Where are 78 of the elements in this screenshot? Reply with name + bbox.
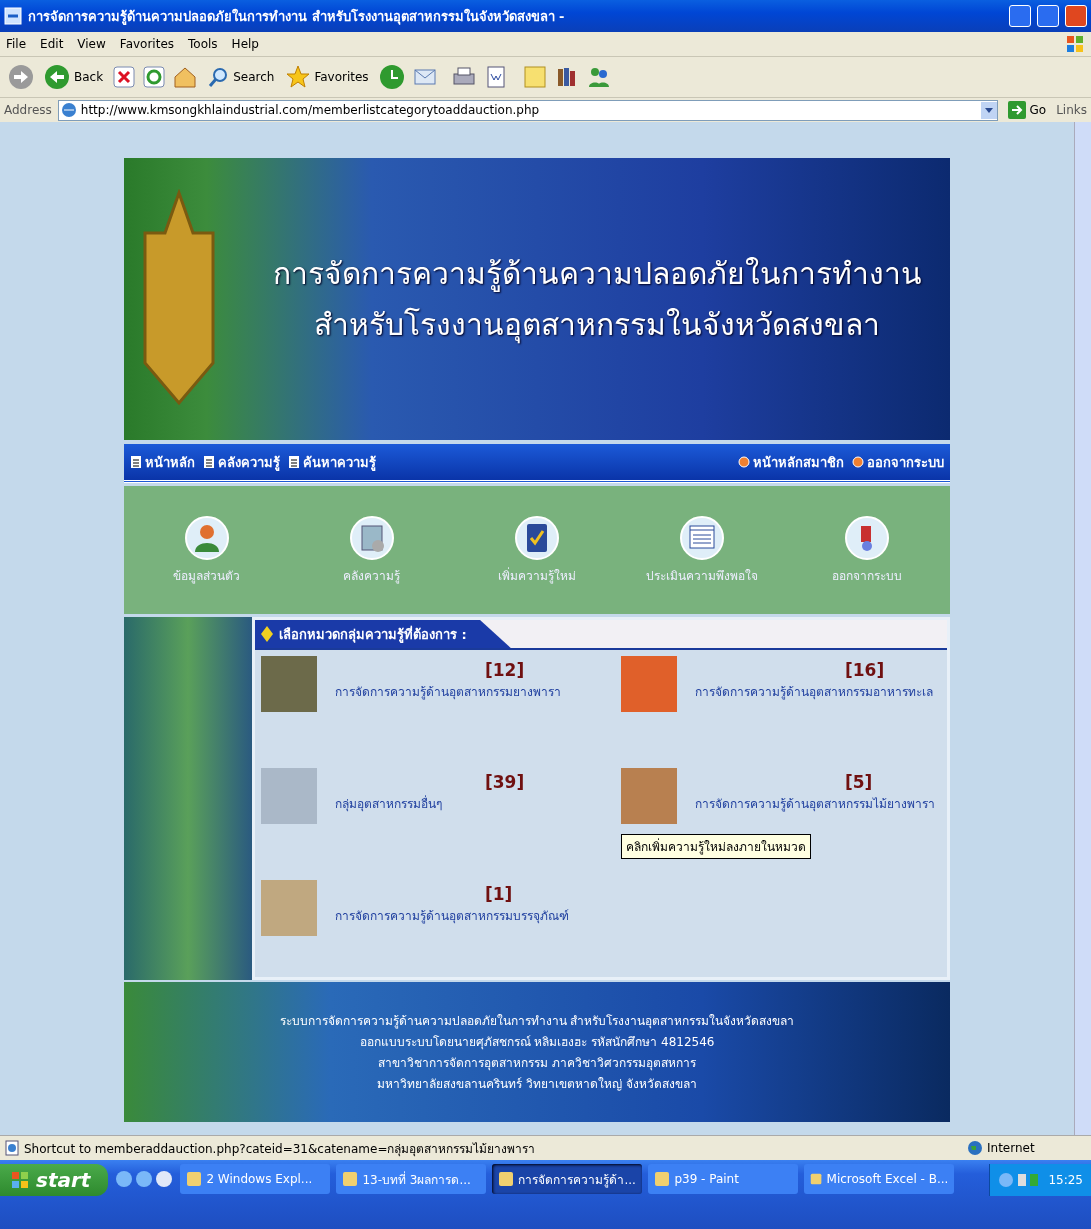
refresh-button[interactable]: [143, 66, 166, 88]
document-icon: [130, 455, 142, 469]
windows-flag-icon: [10, 1170, 30, 1190]
window-title: การจัดการความรู้ด้านความปลอดภัยในการทำงาน สำหรับโรงงานอุตสาหกรรมในจังหวัดสงขลา -: [28, 7, 566, 27]
diamond-icon: [261, 626, 273, 642]
restore-button[interactable]: [1037, 5, 1059, 27]
app-icon: [186, 1171, 203, 1187]
people-button[interactable]: [586, 65, 611, 89]
category-link[interactable]: การจัดการความรู้ด้านอุตสาหกรรมยางพารา: [335, 682, 561, 701]
item-count: [5]: [844, 772, 873, 792]
windows-flag-icon: [1065, 34, 1085, 54]
app-icon: [810, 1171, 823, 1187]
section-heading: เลือกหมวดกลุ่มความรู้ที่ต้องการ :: [255, 620, 511, 648]
app-icon: [342, 1171, 359, 1187]
document-icon: [288, 455, 300, 469]
go-button[interactable]: Go: [1003, 101, 1051, 119]
taskbar-button[interactable]: p39 - Paint: [648, 1164, 799, 1194]
category-link[interactable]: กลุ่มอุตสาหกรรมอื่นๆ: [335, 794, 442, 813]
search-button[interactable]: Search: [205, 64, 277, 90]
zone-label: Internet: [987, 1141, 1036, 1155]
menu-item[interactable]: View: [77, 37, 106, 51]
item-count: [39]: [484, 772, 525, 792]
bullet-icon: [852, 456, 864, 468]
tooltip: คลิกเพิ่มความรู้ใหม่ลงภายในหมวด: [621, 834, 811, 859]
category-link[interactable]: การจัดการความรู้ด้านอุตสาหกรรมบรรจุภัณฑ์: [335, 906, 569, 925]
home-button[interactable]: [173, 66, 198, 88]
nav-link[interactable]: ออกจากระบบ: [852, 451, 944, 473]
archive-icon: [349, 515, 394, 560]
nav-link[interactable]: หน้าหลัก: [130, 451, 195, 473]
address-label: Address: [4, 103, 52, 117]
nav-link[interactable]: ค้นหาความรู้: [288, 451, 376, 473]
footer-text: ระบบการจัดการความรู้ด้านความปลอดภัยในการทำงาน สำหรับโรงงานอุตสาหกรรมในจังหวัดสงขลา: [279, 1013, 795, 1030]
links-button[interactable]: Links: [1056, 103, 1087, 117]
scrollbar[interactable]: [1074, 122, 1091, 1135]
app-icon: [498, 1171, 515, 1187]
taskbar-button[interactable]: Microsoft Excel - B...: [804, 1164, 955, 1194]
document-icon: [203, 455, 215, 469]
banner-title: การจัดการความรู้ด้านความปลอดภัยในการทำงาน: [272, 255, 922, 294]
menu-item[interactable]: Tools: [188, 37, 218, 51]
edit-icon: [514, 515, 559, 560]
window-icon: [4, 7, 22, 25]
clock: 15:25: [1048, 1173, 1083, 1187]
category-link[interactable]: การจัดการความรู้ด้านอุตสาหกรรมไม้ยางพารา: [695, 794, 935, 813]
star-icon: [286, 65, 311, 89]
taskbar-button[interactable]: การจัดการความรู้ด้า...: [492, 1164, 643, 1194]
minimize-button[interactable]: [1009, 5, 1031, 27]
menu-item[interactable]: Help: [231, 37, 259, 51]
favorites-button[interactable]: Favorites: [284, 63, 371, 91]
history-button[interactable]: [378, 64, 405, 90]
taskbar-button[interactable]: 2 Windows Expl...: [180, 1164, 331, 1194]
globe-icon: [967, 1140, 983, 1156]
bullet-icon: [738, 456, 750, 468]
form-icon: [680, 515, 725, 560]
footer-text: มหาวิทยาลัยสงขลานครินทร์ วิทยาเขตหาดใหญ่ จังหวัดสงขลา: [377, 1076, 697, 1093]
menu-item[interactable]: Edit: [40, 37, 64, 51]
footer-text: ออกแบบระบบโดยนายศุภัสชกรณ์ หลิมเฮงฮะ รหัสนักศึกษา 4812546: [359, 1034, 715, 1051]
person-icon: [184, 515, 229, 560]
nav-link[interactable]: หน้าหลักสมาชิก: [738, 451, 844, 473]
search-icon: [207, 66, 230, 88]
menu-item[interactable]: Favorites: [119, 37, 175, 51]
banner-title: สำหรับโรงงานอุตสาหกรรมในจังหวัดสงขลา: [314, 306, 880, 346]
app-icon: [654, 1171, 671, 1187]
address-field[interactable]: http://www.kmsongkhlaindustrial.com/memberlistcategorytoaddauction.php: [57, 99, 998, 121]
footer-text: สาขาวิชาการจัดการอุตสาหกรรม ภาควิชาวิศวกรรมอุตสหการ: [378, 1055, 696, 1072]
status-text: Shortcut to memberaddauction.php?cateid=31&catename=กลุ่มอุตสาหกรรมไม้ยางพารา: [24, 1140, 537, 1158]
category-link[interactable]: การจัดการความรู้ด้านอุตสาหกรรมอาหารทะเล: [695, 682, 933, 701]
taskbar-button[interactable]: 13-บทที่ 3ผลการด...: [336, 1164, 487, 1194]
back-button[interactable]: Back: [42, 62, 106, 92]
exit-icon: [845, 515, 890, 560]
forward-button[interactable]: [8, 64, 34, 90]
start-button[interactable]: start: [0, 1164, 109, 1196]
stop-button[interactable]: [113, 66, 136, 88]
menu-item[interactable]: File: [6, 37, 27, 51]
item-count: [12]: [484, 660, 525, 680]
nav-link[interactable]: คลังความรู้: [203, 451, 280, 473]
close-button[interactable]: [1065, 5, 1087, 27]
item-count: [1]: [484, 884, 513, 904]
item-count: [16]: [844, 660, 885, 680]
